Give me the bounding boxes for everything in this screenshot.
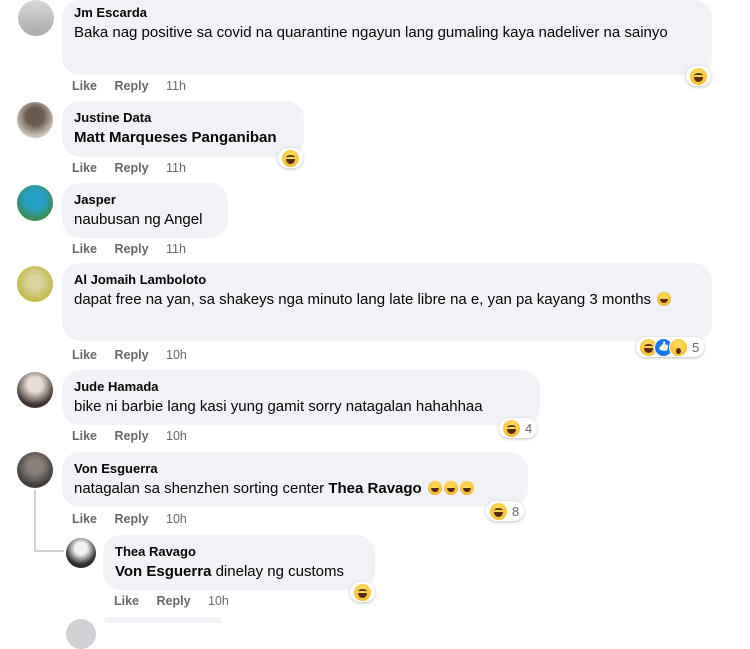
comment-author[interactable]: Jasper [74, 191, 216, 208]
comment-author[interactable]: Al Jomaih Lamboloto [74, 271, 700, 288]
reaction-summary[interactable]: 5 [636, 337, 705, 357]
comment-actions: Like Reply 11h [72, 161, 200, 175]
avatar[interactable] [17, 266, 53, 302]
reply-button[interactable]: Reply [115, 161, 149, 175]
comment-text: Von Esguerra dinelay ng customs [115, 561, 363, 583]
comment-author[interactable]: Jm Escarda [74, 4, 700, 21]
reaction-summary[interactable] [350, 582, 375, 602]
comment-text-content: dinelay ng customs [215, 563, 344, 580]
like-button[interactable]: Like [72, 242, 97, 256]
reply-button[interactable]: Reply [115, 348, 149, 362]
like-button[interactable]: Like [72, 161, 97, 175]
comment-bubble: Al Jomaih Lamboloto dapat free na yan, s… [62, 263, 712, 341]
avatar[interactable] [17, 372, 53, 408]
comment-bubble: Justine Data Matt Marqueses Panganiban [62, 101, 304, 157]
comment-text: naubusan ng Angel [74, 211, 203, 228]
reaction-summary[interactable] [278, 148, 303, 168]
laughing-emoji-icon [427, 481, 442, 495]
mention-link[interactable]: Matt Marqueses Panganiban [74, 127, 292, 149]
like-button[interactable]: Like [72, 429, 97, 443]
haha-reaction-icon [353, 582, 372, 602]
comment-actions: Like Reply 10h [114, 594, 243, 608]
comment-author[interactable]: Von Esguerra [74, 460, 516, 477]
like-button[interactable]: Like [72, 348, 97, 362]
like-button[interactable]: Like [72, 512, 97, 526]
like-button[interactable]: Like [72, 79, 97, 93]
comment-text-content: natagalan sa shenzhen sorting center [74, 480, 325, 497]
comment-timestamp[interactable]: 10h [166, 512, 187, 526]
comment-author[interactable]: Justine Data [74, 109, 292, 126]
avatar[interactable] [17, 452, 53, 488]
reaction-count: 5 [692, 339, 700, 355]
comment-text-content: dapat free na yan, sa shakeys nga minuto… [74, 291, 652, 308]
reply-button[interactable]: Reply [115, 512, 149, 526]
laughing-emoji-icon [459, 481, 474, 495]
comment-bubble: Jude Hamada bike ni barbie lang kasi yun… [62, 370, 540, 425]
haha-reaction-icon [502, 418, 521, 438]
avatar[interactable] [66, 538, 96, 568]
comment-timestamp[interactable]: 11h [166, 79, 186, 93]
reaction-count: 4 [525, 420, 533, 436]
comment-actions: Like Reply 11h [72, 79, 200, 93]
reply-button[interactable]: Reply [115, 79, 149, 93]
comment-author[interactable]: Thea Ravago [115, 543, 363, 560]
reaction-summary[interactable] [686, 66, 711, 86]
comment-text: natagalan sa shenzhen sorting center The… [74, 478, 516, 500]
comment-text: Baka nag positive sa covid na quarantine… [74, 24, 668, 41]
comment-timestamp[interactable]: 11h [166, 161, 186, 175]
avatar[interactable] [17, 185, 53, 221]
mention-link[interactable]: Von Esguerra [115, 563, 211, 580]
reaction-count: 8 [512, 503, 520, 519]
laughing-emoji-icon [657, 292, 672, 306]
comment-actions: Like Reply 11h [72, 242, 200, 256]
comment-timestamp[interactable]: 10h [208, 594, 229, 608]
reply-thread-connector [34, 550, 64, 552]
reply-button[interactable]: Reply [157, 594, 191, 608]
haha-reaction-icon [689, 66, 708, 86]
comment-bubble: Jm Escarda Baka nag positive sa covid na… [62, 0, 712, 75]
comment-text: bike ni barbie lang kasi yung gamit sorr… [74, 398, 483, 415]
comment-bubble: Von Esguerra natagalan sa shenzhen sorti… [62, 452, 528, 507]
comment-timestamp[interactable]: 10h [166, 429, 187, 443]
comment-actions: Like Reply 10h [72, 429, 201, 443]
comment-bubble: Thea Ravago Von Esguerra dinelay ng cust… [103, 535, 375, 590]
mention-link[interactable]: Thea Ravago [328, 480, 421, 497]
reaction-summary[interactable]: 4 [499, 418, 538, 438]
avatar[interactable] [66, 619, 96, 649]
comment-text: dapat free na yan, sa shakeys nga minuto… [74, 289, 694, 311]
wow-reaction-icon [669, 337, 688, 357]
haha-reaction-icon [489, 501, 508, 521]
like-button[interactable]: Like [114, 594, 139, 608]
reply-button[interactable]: Reply [115, 429, 149, 443]
avatar[interactable] [17, 102, 53, 138]
comment-timestamp[interactable]: 11h [166, 242, 186, 256]
comment-actions: Like Reply 10h [72, 348, 201, 362]
comment-bubble [103, 617, 223, 623]
reply-thread-line [34, 490, 36, 552]
comment-bubble: Jasper naubusan ng Angel [62, 183, 228, 238]
laughing-emoji-icon [443, 481, 458, 495]
comment-timestamp[interactable]: 10h [166, 348, 187, 362]
comment-actions: Like Reply 10h [72, 512, 201, 526]
haha-reaction-icon [281, 148, 300, 168]
avatar[interactable] [18, 0, 54, 36]
reply-button[interactable]: Reply [115, 242, 149, 256]
reaction-summary[interactable]: 8 [486, 501, 525, 521]
comment-author[interactable]: Jude Hamada [74, 378, 528, 395]
